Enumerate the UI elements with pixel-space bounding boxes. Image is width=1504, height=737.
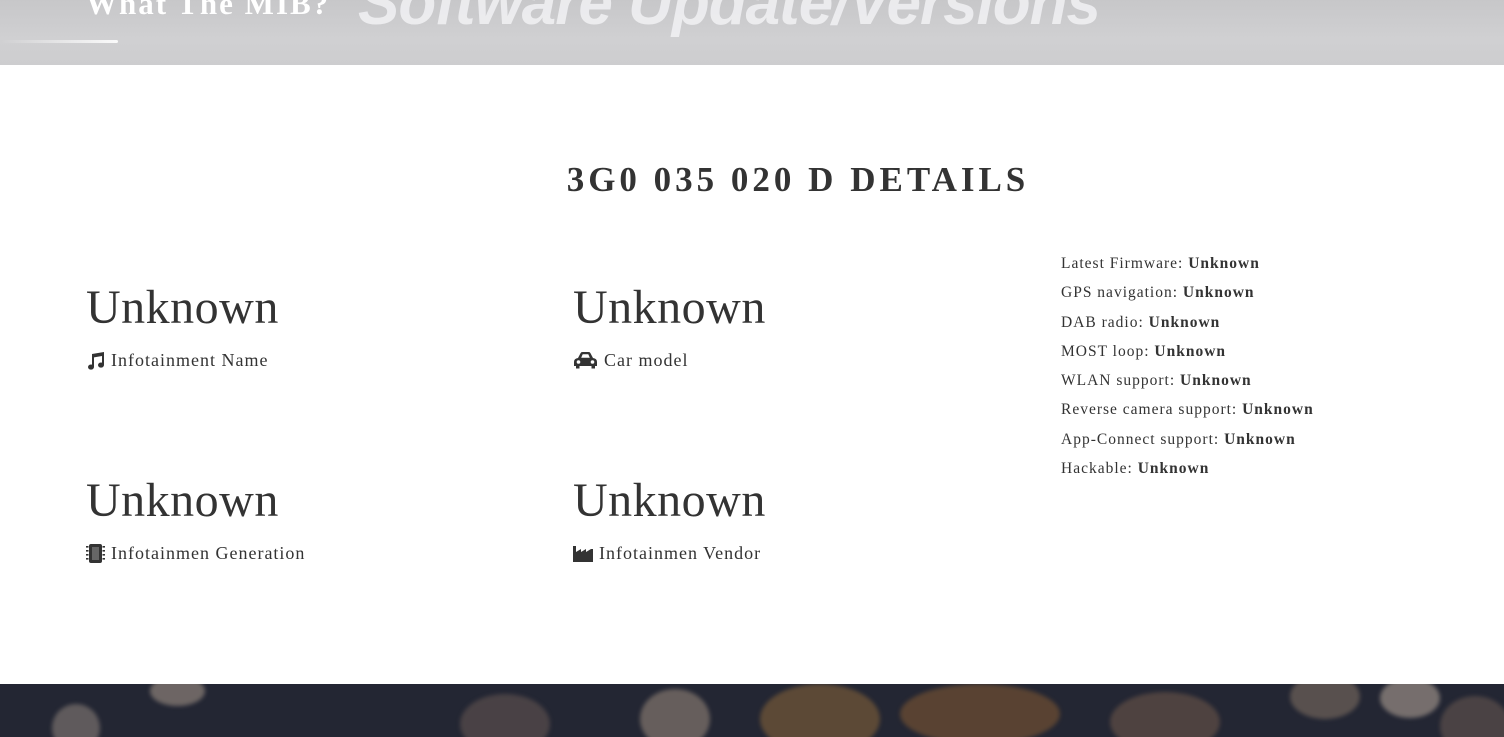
feature-list: Latest Firmware: Unknown GPS navigation:… (1061, 254, 1314, 488)
feature-value: Unknown (1180, 372, 1252, 390)
stat-value: Unknown (573, 474, 766, 527)
feature-value: Unknown (1242, 401, 1314, 419)
feature-value: Unknown (1148, 313, 1221, 331)
feature-gps-navigation: GPS navigation: Unknown (1061, 284, 1255, 302)
feature-wlan-support: WLAN support: Unknown (1061, 372, 1252, 390)
bokeh-light (150, 684, 205, 706)
bokeh-light (1440, 696, 1504, 737)
bokeh-light (460, 694, 550, 737)
bokeh-light (1290, 684, 1360, 719)
stat-value: Unknown (573, 281, 766, 334)
bokeh-light (760, 684, 880, 737)
stat-car-model: Unknown Car model (573, 284, 993, 371)
stat-value: Unknown (86, 281, 279, 334)
top-banner: Software Update/Versions What The MIB? (0, 0, 1504, 65)
bottom-banner (0, 684, 1504, 737)
stat-label: Infotainmen Vendor (573, 543, 993, 564)
car-icon (573, 352, 598, 369)
stat-label-text: Infotainmen Generation (111, 543, 306, 563)
feature-value: Unknown (1182, 284, 1255, 302)
feature-value: Unknown (1154, 342, 1227, 360)
bokeh-light (900, 684, 1060, 737)
banner-decoration (0, 40, 118, 43)
feature-hackable: Hackable: Unknown (1061, 460, 1210, 478)
stat-label: Car model (573, 350, 993, 371)
stat-infotainment-name: Unknown Infotainment Name (86, 284, 506, 371)
stat-label: Infotainment Name (86, 350, 506, 371)
feature-most-loop: MOST loop: Unknown (1061, 342, 1227, 360)
chip-icon (86, 544, 105, 563)
stat-label: Infotainmen Generation (86, 543, 506, 564)
feature-reverse-camera-support: Reverse camera support: Unknown (1061, 401, 1314, 419)
feature-dab-radio: DAB radio: Unknown (1061, 313, 1221, 331)
stat-label-text: Car model (604, 350, 689, 370)
bokeh-light (640, 689, 710, 737)
bokeh-light (52, 704, 100, 737)
stat-value: Unknown (86, 474, 279, 527)
stat-generation: Unknown Infotainmen Generation (86, 477, 506, 564)
stat-vendor: Unknown Infotainmen Vendor (573, 477, 993, 564)
feature-latest-firmware: Latest Firmware: Unknown (1061, 255, 1260, 272)
stat-label-text: Infotainment Name (111, 350, 269, 370)
bokeh-light (1110, 692, 1220, 737)
feature-value: Unknown (1188, 255, 1260, 272)
bokeh-light (1380, 684, 1440, 718)
music-note-icon (86, 351, 105, 370)
site-brand-link[interactable]: What The MIB? (86, 0, 330, 22)
banner-background-text: Software Update/Versions (358, 0, 1101, 38)
feature-value: Unknown (1224, 430, 1296, 448)
section-title: 3G0 035 020 D DETAILS (566, 160, 1030, 199)
stat-label-text: Infotainmen Vendor (599, 543, 762, 563)
feature-app-connect-support: App-Connect support: Unknown (1061, 430, 1296, 448)
factory-icon (573, 545, 593, 562)
feature-value: Unknown (1137, 460, 1210, 478)
